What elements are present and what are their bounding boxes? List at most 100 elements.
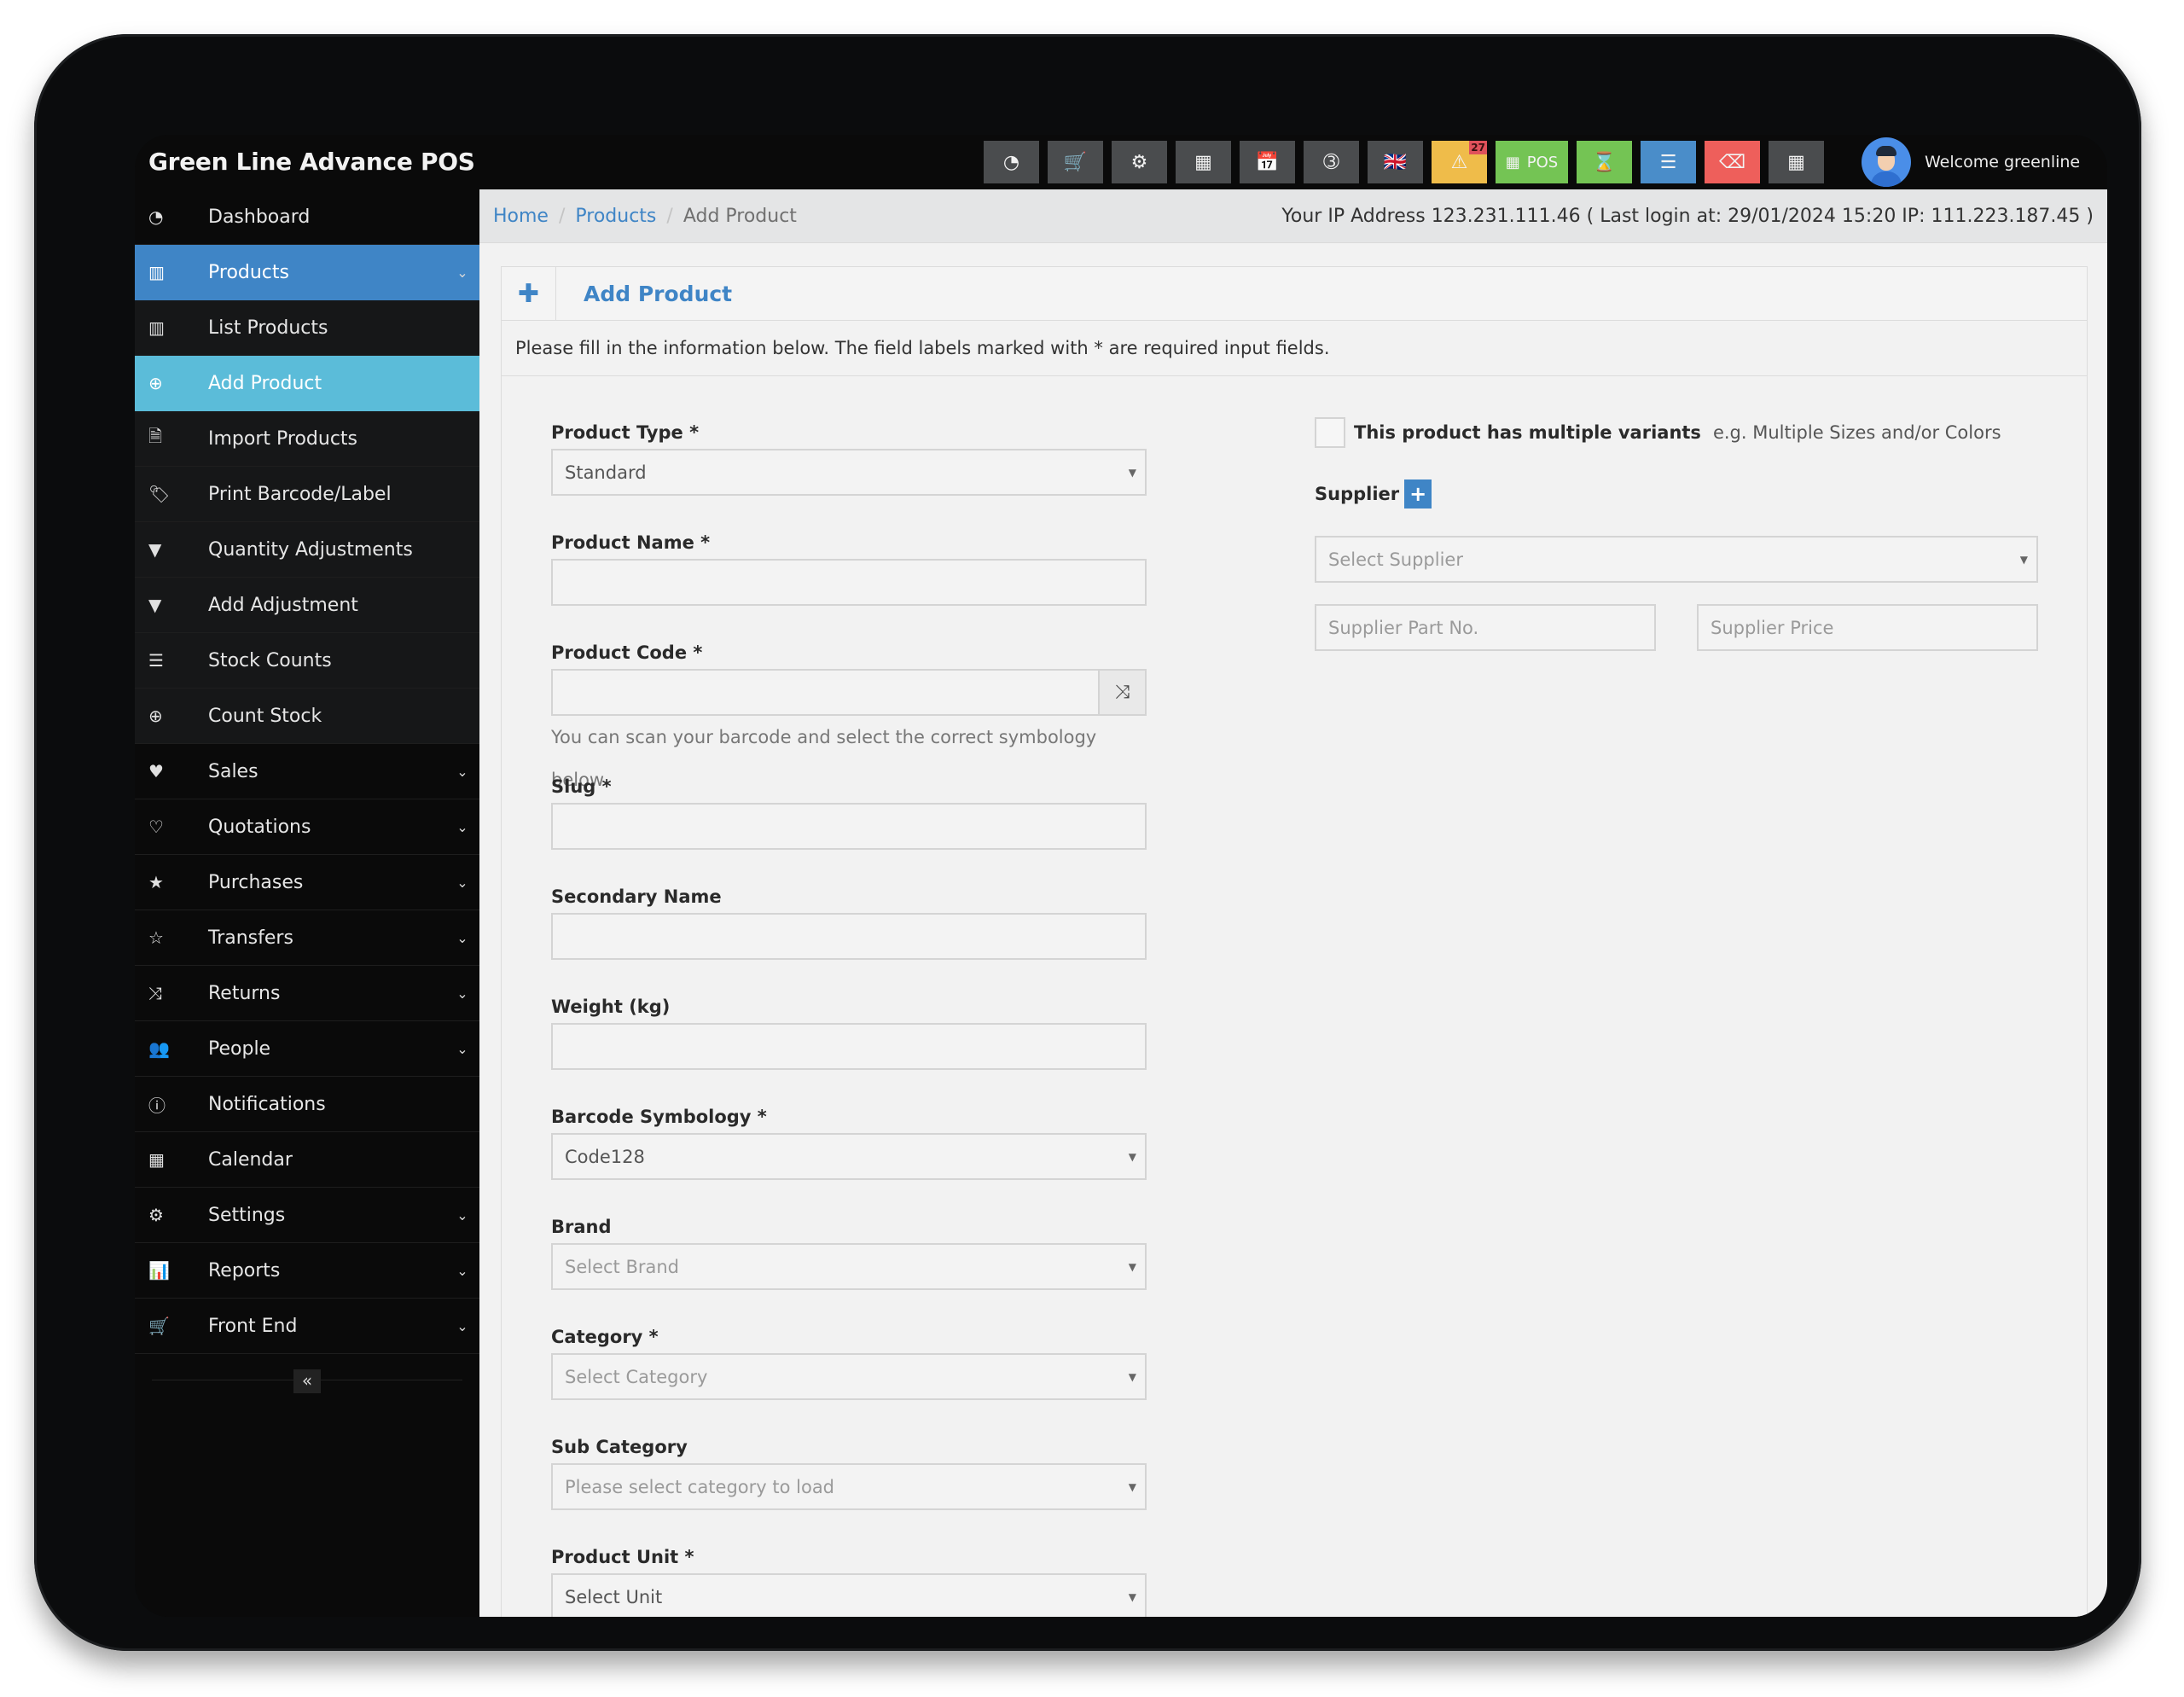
sidebar-item-front-end[interactable]: 🛒 Front End ⌄ — [135, 1299, 479, 1354]
hourglass-button[interactable]: ⌛ — [1577, 141, 1632, 183]
cogs-button[interactable]: ⚙ — [1112, 141, 1167, 183]
sidebar-item-quantity-adjustments[interactable]: ▼ Quantity Adjustments — [135, 522, 479, 578]
supplier-part-no-input[interactable]: Supplier Part No. — [1315, 604, 1656, 651]
plus-circle-icon: ⊕ — [148, 373, 163, 393]
chevron-down-icon: ⌄ — [456, 264, 468, 281]
th-large-button[interactable]: ▦ POS — [1496, 141, 1568, 183]
multiple-variants-hint: e.g. Multiple Sizes and/or Colors — [1712, 422, 2001, 443]
user-menu[interactable]: Welcome greenline — [1862, 137, 2080, 187]
product-code-label: Product Code * — [551, 642, 703, 663]
product-unit-select[interactable]: Select Unit ▼ — [551, 1573, 1147, 1617]
sub-category-select[interactable]: Please select category to load ▼ — [551, 1463, 1147, 1510]
calculator-button[interactable]: ▦ — [1176, 141, 1231, 183]
warning-icon: ⚠ — [1450, 151, 1468, 173]
breadcrumb: Home / Products / Add Product Your IP Ad… — [479, 189, 2107, 243]
calculator-icon: ▦ — [1194, 151, 1212, 173]
sidebar-item-sales[interactable]: ♥ Sales ⌄ — [135, 744, 479, 799]
list-button[interactable]: ☰ — [1641, 141, 1696, 183]
brand-placeholder: Select Brand — [565, 1256, 680, 1277]
breadcrumb-products[interactable]: Products — [575, 206, 656, 227]
barcode-symbology-select[interactable]: Code128 ▼ — [551, 1133, 1147, 1180]
caret-down-icon: ▼ — [1128, 1260, 1136, 1273]
form-left-column: Product Type * Standard ▼ Product Name *… — [551, 416, 1147, 1617]
sidebar-item-returns[interactable]: ⤨ Returns ⌄ — [135, 966, 479, 1021]
add-supplier-button[interactable]: + — [1404, 479, 1432, 509]
sidebar-item-label: Add Adjustment — [208, 594, 358, 616]
field-product-code: Product Code * ⤨ You can scan your barco… — [551, 636, 1147, 790]
sidebar-item-reports[interactable]: 📊 Reports ⌄ — [135, 1243, 479, 1299]
sidebar-item-dashboard[interactable]: ◔ Dashboard — [135, 189, 479, 245]
users-icon: 👥 — [148, 1038, 170, 1059]
grid-icon: ▦ — [1787, 151, 1805, 173]
collapse-sidebar-button[interactable]: « — [293, 1369, 321, 1393]
sidebar-item-label: Add Product — [208, 372, 322, 394]
sidebar-item-count-stock[interactable]: ⊕ Count Stock — [135, 689, 479, 744]
brand-label: Brand — [551, 1217, 612, 1237]
slug-input[interactable] — [551, 803, 1147, 850]
barcode-symbology-label: Barcode Symbology * — [551, 1107, 767, 1127]
uk-flag-icon: 🇬🇧 — [1383, 151, 1408, 173]
breadcrumb-separator: / — [666, 205, 673, 227]
uk-flag-button[interactable]: 🇬🇧 — [1368, 141, 1423, 183]
generate-code-button[interactable]: ⤨ — [1098, 669, 1147, 716]
sidebar-item-purchases[interactable]: ★ Purchases ⌄ — [135, 855, 479, 910]
sidebar-item-settings[interactable]: ⚙ Settings ⌄ — [135, 1188, 479, 1243]
filter-icon: ▼ — [148, 539, 162, 560]
sidebar-item-notifications[interactable]: ⓘ Notifications — [135, 1077, 479, 1132]
sidebar-collapse-row: « — [135, 1354, 479, 1405]
list-icon: ☰ — [1659, 151, 1677, 173]
breadcrumb-separator: / — [558, 205, 566, 227]
chevron-down-icon: ⌄ — [456, 1040, 468, 1057]
sidebar-item-calendar[interactable]: ▦ Calendar — [135, 1132, 479, 1188]
sidebar-item-products[interactable]: ▥ Products ⌄ — [135, 245, 479, 300]
sidebar-item-import-products[interactable]: 🗎 Import Products — [135, 411, 479, 467]
ip-address-info: Your IP Address 123.231.111.46 ( Last lo… — [1281, 205, 2094, 227]
main-content: Home / Products / Add Product Your IP Ad… — [479, 189, 2107, 1617]
secondary-name-input[interactable] — [551, 913, 1147, 960]
supplier-price-input[interactable]: Supplier Price — [1697, 604, 2038, 651]
star-outline-icon: ☆ — [148, 927, 164, 948]
category-select[interactable]: Select Category ▼ — [551, 1353, 1147, 1400]
app-title: Green Line Advance POS — [148, 148, 475, 176]
breadcrumb-home[interactable]: Home — [493, 206, 549, 227]
hourglass-icon: ⌛ — [1592, 151, 1617, 173]
heart-icon: ♥ — [148, 761, 164, 782]
product-code-group: ⤨ — [551, 669, 1147, 716]
chevron-down-icon: ⌄ — [456, 1206, 468, 1223]
field-slug: Slug * — [551, 770, 1147, 850]
sidebar-item-people[interactable]: 👥 People ⌄ — [135, 1021, 479, 1077]
random-icon: ⤨ — [148, 983, 162, 1003]
sidebar-item-transfers[interactable]: ☆ Transfers ⌄ — [135, 910, 479, 966]
product-code-input[interactable] — [551, 669, 1098, 716]
cart-button[interactable]: 🛒 — [1048, 141, 1103, 183]
supplier-select[interactable]: Select Supplier ▼ — [1315, 536, 2038, 583]
file-icon: 🗎 — [148, 426, 163, 446]
tags-icon: 🏷 — [148, 484, 171, 504]
warning-button[interactable]: ⚠ 27 — [1432, 141, 1487, 183]
product-type-select[interactable]: Standard ▼ — [551, 449, 1147, 496]
eraser-button[interactable]: ⌫ — [1705, 141, 1760, 183]
chevron-down-icon: ⌄ — [456, 985, 468, 1002]
field-product-type: Product Type * Standard ▼ — [551, 416, 1147, 496]
product-name-input[interactable] — [551, 559, 1147, 606]
sidebar-item-print-barcode-label[interactable]: 🏷 Print Barcode/Label — [135, 467, 479, 522]
multiple-variants-checkbox[interactable] — [1315, 417, 1345, 448]
grid-button[interactable]: ▦ — [1769, 141, 1824, 183]
calendar-button[interactable]: 📅 — [1240, 141, 1295, 183]
category-placeholder: Select Category — [565, 1366, 708, 1387]
multiple-variants-label[interactable]: This product has multiple variants — [1354, 422, 1701, 443]
sidebar: ◔ Dashboard ▥ Products ⌄ ▥ List Products ⊕ Add P… — [135, 189, 479, 1617]
brand-select[interactable]: Select Brand ▼ — [551, 1243, 1147, 1290]
sidebar-item-quotations[interactable]: ♡ Quotations ⌄ — [135, 799, 479, 855]
sidebar-item-list-products[interactable]: ▥ List Products — [135, 300, 479, 356]
sidebar-item-add-product[interactable]: ⊕ Add Product — [135, 356, 479, 411]
field-category: Category * Select Category ▼ — [551, 1321, 1147, 1400]
sidebar-item-add-adjustment[interactable]: ▼ Add Adjustment — [135, 578, 479, 633]
product-type-value: Standard — [565, 462, 647, 483]
sidebar-item-stock-counts[interactable]: ☰ Stock Counts — [135, 633, 479, 689]
weight-input[interactable] — [551, 1023, 1147, 1070]
dashboard-button[interactable]: ◔ — [984, 141, 1039, 183]
bar-chart-icon: 📊 — [148, 1260, 170, 1281]
barcode-icon: ▥ — [148, 262, 165, 282]
css3-button[interactable]: ➂ — [1304, 141, 1359, 183]
